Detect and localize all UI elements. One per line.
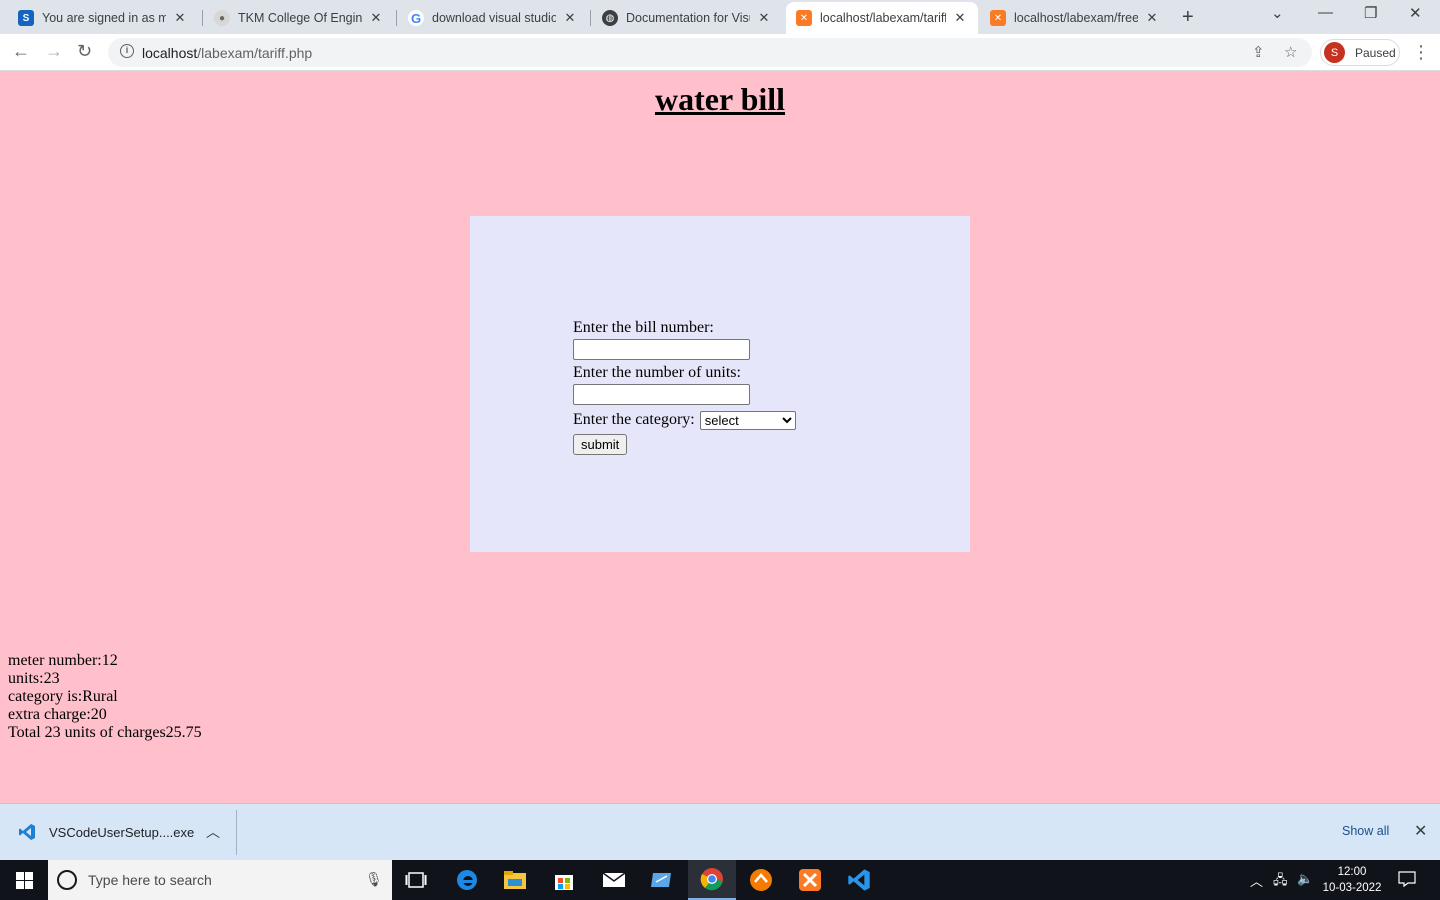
microphone-icon[interactable]: 🎙 [365,871,383,888]
cortana-icon [57,870,77,890]
address-path: /labexam/tariff.php [197,45,313,61]
store-icon[interactable] [540,860,588,900]
bill-form-panel: Enter the bill number: Enter the number … [470,216,970,552]
tab-title: download visual studio c [432,11,556,25]
close-tab-icon[interactable]: ✕ [368,10,384,26]
tab-title: TKM College Of Enginee [238,11,362,25]
show-all-button[interactable]: Show all [1342,824,1389,838]
category-select[interactable]: select [699,410,796,430]
chevron-up-icon[interactable]: ︿ [206,822,220,842]
close-window-button[interactable]: ✕ [1409,4,1422,22]
close-tab-icon[interactable]: ✕ [1144,10,1160,26]
xampp-icon: ✕ [796,10,812,26]
bill-result: meter number:12 units:23 category is:Rur… [8,652,202,742]
bill-number-input[interactable] [573,339,750,360]
menu-icon[interactable]: ⋮ [1412,42,1430,63]
download-file-name[interactable]: VSCodeUserSetup....exe [49,825,194,840]
task-view-icon[interactable] [392,860,440,900]
windows-taskbar: Type here to search 🎙 ︿ 🖧 🔈 12:00 10-03-… [0,860,1440,900]
profile-button[interactable]: S Paused [1320,39,1400,66]
file-explorer-icon[interactable] [491,860,539,900]
share-icon[interactable]: ⇪ [1252,43,1265,61]
browser-toolbar: ← → ↻ i localhost/labexam/tariff.php ⇪ ☆… [0,34,1440,71]
restore-button[interactable]: ❐ [1364,4,1377,22]
taskbar-search-box[interactable]: Type here to search 🎙 [48,860,392,900]
avatar: S [1324,42,1345,63]
college-icon: ● [214,10,230,26]
tab-tariff[interactable]: ✕ localhost/labexam/tariff ✕ [786,2,978,34]
tab-strip: S You are signed in as mca ✕ ● TKM Colle… [0,0,1440,34]
sublime-icon[interactable] [737,860,785,900]
tab-divider [590,10,591,26]
tab-divider [396,10,397,26]
close-tab-icon[interactable]: ✕ [756,10,772,26]
vscode-icon[interactable] [835,860,883,900]
tab-tkm[interactable]: ● TKM College Of Enginee ✕ [204,2,394,34]
notifications-icon[interactable] [1398,870,1416,891]
tab-title: localhost/labexam/tariff [820,11,946,25]
bookmark-star-icon[interactable]: ☆ [1284,43,1297,61]
reload-button[interactable]: ↻ [77,41,92,62]
xampp-icon[interactable] [786,860,834,900]
result-units: units:23 [8,670,60,687]
google-icon: G [408,10,424,26]
close-tab-icon[interactable]: ✕ [562,10,578,26]
bill-number-label: Enter the bill number: [573,319,714,336]
s-icon: S [18,10,34,26]
tab-title: Documentation for Visu [626,11,750,25]
volume-muted-icon[interactable]: 🔈 [1297,871,1313,887]
download-divider [236,810,237,855]
close-download-bar-icon[interactable]: ✕ [1414,821,1427,841]
mail-icon[interactable] [590,860,638,900]
profile-status: Paused [1355,45,1396,60]
tab-search-chevron-icon[interactable]: ⌄ [1271,4,1284,22]
forward-button[interactable]: → [45,41,63,62]
result-total: Total 23 units of charges25.75 [8,724,202,741]
chrome-icon[interactable] [688,860,736,900]
result-extra-charge: extra charge:20 [8,706,107,723]
download-bar: VSCodeUserSetup....exe ︿ Show all ✕ [0,803,1440,860]
globe-icon: ◍ [602,10,618,26]
taskbar-clock[interactable]: 12:00 10-03-2022 [1320,864,1384,896]
site-info-icon[interactable]: i [120,44,134,58]
chevron-up-icon[interactable]: ︿ [1250,871,1263,890]
clock-time: 12:00 [1337,866,1367,878]
xampp-icon: ✕ [990,10,1006,26]
result-meter-number: meter number:12 [8,652,118,669]
units-input[interactable] [573,384,750,405]
minimize-button[interactable]: — [1318,4,1333,21]
tab-title: You are signed in as mca [42,11,166,25]
close-tab-icon[interactable]: ✕ [952,10,968,26]
back-button[interactable]: ← [12,41,30,62]
taskbar-search-placeholder: Type here to search [88,872,212,888]
page-title: water bill [654,81,786,117]
tab-google-search[interactable]: G download visual studio c ✕ [398,2,588,34]
units-label: Enter the number of units: [573,364,741,381]
app-icon[interactable] [638,860,686,900]
clock-date: 10-03-2022 [1322,882,1382,894]
vscode-icon [18,823,36,846]
address-bar[interactable]: i localhost/labexam/tariff.php ⇪ ☆ [108,38,1312,67]
tab-signed-in[interactable]: S You are signed in as mca ✕ [8,2,198,34]
category-label: Enter the category: [573,411,695,428]
tab-freed[interactable]: ✕ localhost/labexam/freed ✕ [980,2,1170,34]
address-url: localhost/labexam/tariff.php [142,45,312,61]
category-row: Enter the category: select [573,409,796,431]
tab-divider [202,10,203,26]
page-content: water bill Enter the bill number: Enter … [0,71,1440,803]
close-tab-icon[interactable]: ✕ [172,10,188,26]
windows-start-icon[interactable] [16,872,33,894]
tab-documentation[interactable]: ◍ Documentation for Visu ✕ [592,2,782,34]
network-icon[interactable]: 🖧 [1273,871,1288,893]
bill-form: Enter the bill number: Enter the number … [573,319,796,455]
new-tab-button[interactable]: + [1182,6,1194,29]
address-host: localhost [142,45,198,61]
tab-title: localhost/labexam/freed [1014,11,1138,25]
edge-icon[interactable] [443,860,491,900]
result-category: category is:Rural [8,688,118,705]
submit-button[interactable]: submit [573,434,628,455]
